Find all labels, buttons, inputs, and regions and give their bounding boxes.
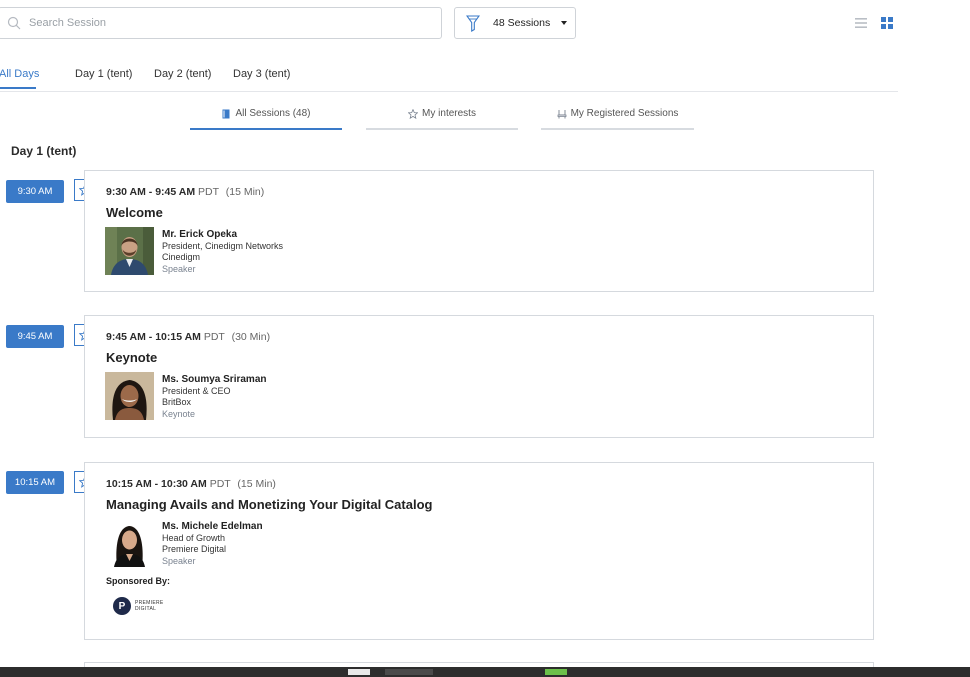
speaker-title: President & CEO xyxy=(162,385,231,396)
book-icon xyxy=(222,109,230,118)
speaker-info: Ms. Soumya Sriraman President & CEO Brit… xyxy=(162,374,266,420)
session-card[interactable]: 9:45 AM - 10:15 AM PDT (30 Min) Keynote … xyxy=(84,315,874,438)
time-badge: 9:30 AM xyxy=(6,180,64,203)
tab-day-3[interactable]: Day 3 (tent) xyxy=(233,68,290,80)
speaker-role: Speaker xyxy=(162,555,196,566)
sponsored-by-label: Sponsored By: xyxy=(106,576,171,586)
sponsor-mark: P xyxy=(113,597,131,615)
session-title[interactable]: Welcome xyxy=(106,205,163,220)
caret-down-icon xyxy=(561,21,567,25)
search-icon xyxy=(7,16,21,30)
subtab-my-registered-sessions[interactable]: My Registered Sessions xyxy=(541,100,694,130)
session-time: 9:45 AM - 10:15 AM PDT (30 Min) xyxy=(106,331,271,343)
speaker-name[interactable]: Mr. Erick Opeka xyxy=(162,229,283,241)
session-time: 10:15 AM - 10:30 AM PDT (15 Min) xyxy=(106,478,276,490)
session-card[interactable]: 10:15 AM - 10:30 AM PDT (15 Min) Managin… xyxy=(84,462,874,640)
session-card[interactable]: 9:30 AM - 9:45 AM PDT (15 Min) Welcome M… xyxy=(84,170,874,292)
speaker-photo[interactable] xyxy=(105,372,154,420)
speaker-company: Cinedigm xyxy=(162,252,201,262)
speaker-info: Ms. Michele Edelman Head of Growth Premi… xyxy=(162,521,263,567)
list-view-icon[interactable] xyxy=(854,16,868,30)
speaker-info: Mr. Erick Opeka President, Cinedigm Netw… xyxy=(162,229,283,275)
speaker-role: Speaker xyxy=(162,263,196,274)
speaker-photo[interactable] xyxy=(105,519,154,567)
tab-day-1[interactable]: Day 1 (tent) xyxy=(75,68,132,80)
time-badge: 10:15 AM xyxy=(6,471,64,494)
grid-view-icon[interactable] xyxy=(880,16,894,30)
speaker-role: Keynote xyxy=(162,408,196,419)
star-outline-icon xyxy=(408,108,419,119)
speaker-company: BritBox xyxy=(162,397,192,407)
subtab-my-interests[interactable]: My interests xyxy=(366,100,518,130)
search-input[interactable] xyxy=(29,8,429,38)
subtab-label: My interests xyxy=(422,108,476,119)
subtab-label: My Registered Sessions xyxy=(570,108,679,119)
session-time: 9:30 AM - 9:45 AM PDT (15 Min) xyxy=(106,186,265,198)
sessions-filter-button[interactable]: 48 Sessions xyxy=(454,7,576,39)
sponsor-logo[interactable]: P PREMIERE DIGITAL xyxy=(113,597,164,615)
filter-label: 48 Sessions xyxy=(493,17,551,29)
filter-icon xyxy=(466,15,480,32)
speaker-name[interactable]: Ms. Soumya Sriraman xyxy=(162,374,266,386)
subtab-all-sessions[interactable]: All Sessions (48) xyxy=(190,100,342,130)
session-title[interactable]: Keynote xyxy=(106,350,157,365)
session-title[interactable]: Managing Avails and Monetizing Your Digi… xyxy=(106,497,432,512)
tab-day-2[interactable]: Day 2 (tent) xyxy=(154,68,211,80)
day-tabs: All Days Day 1 (tent) Day 2 (tent) Day 3… xyxy=(0,60,898,92)
speaker-name[interactable]: Ms. Michele Edelman xyxy=(162,521,263,533)
subtab-label: All Sessions (48) xyxy=(235,108,311,119)
sponsor-wordmark: PREMIERE DIGITAL xyxy=(135,600,164,612)
day-heading: Day 1 (tent) xyxy=(11,144,77,158)
speaker-company: Premiere Digital xyxy=(162,544,227,554)
speaker-photo[interactable] xyxy=(105,227,154,275)
speaker-title: Head of Growth xyxy=(162,532,226,543)
seat-icon xyxy=(557,109,566,118)
speaker-title: President, Cinedigm Networks xyxy=(162,240,284,251)
time-badge: 9:45 AM xyxy=(6,325,64,348)
taskbar xyxy=(0,667,970,677)
active-tab-underline xyxy=(0,87,36,89)
tab-all-days[interactable]: All Days xyxy=(0,68,39,80)
search-box[interactable] xyxy=(0,7,442,39)
